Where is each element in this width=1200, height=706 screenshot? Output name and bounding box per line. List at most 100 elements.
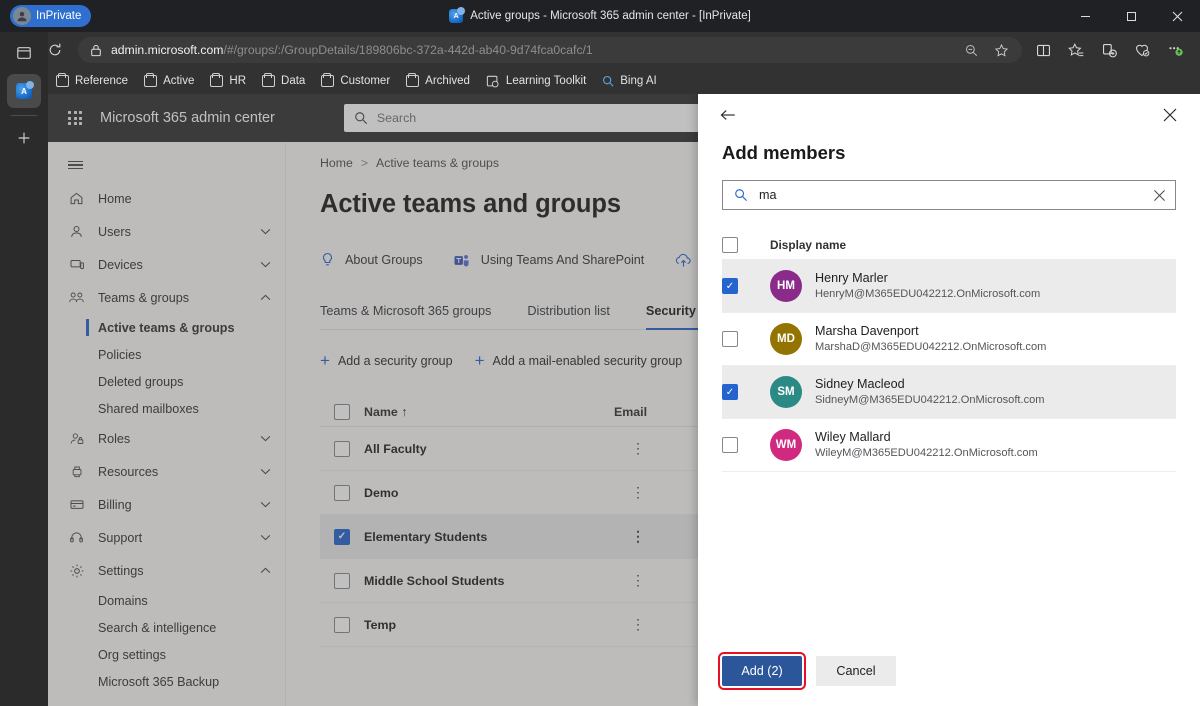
address-bar[interactable]: admin.microsoft.com/#/groups/:/GroupDeta… (78, 37, 1022, 63)
row-checkbox[interactable] (320, 440, 364, 457)
add-mail-enabled-security-group-button[interactable]: + Add a mail-enabled security group (475, 352, 683, 369)
member-search-box[interactable] (722, 180, 1176, 210)
add-security-group-button[interactable]: + Add a security group (320, 352, 453, 369)
sidebar-item-deleted-groups[interactable]: Deleted groups (48, 368, 285, 395)
bookmark-item[interactable]: Data (254, 72, 313, 90)
sidebar-item-billing[interactable]: Billing (48, 488, 285, 521)
sidebar-item-home[interactable]: Home (48, 182, 285, 215)
row-checkbox[interactable] (320, 572, 364, 589)
help-link-about-groups[interactable]: About Groups (320, 252, 423, 268)
member-checkbox[interactable] (722, 437, 770, 453)
sidebar-label: Resources (98, 464, 159, 479)
minimize-button[interactable] (1062, 0, 1108, 32)
favorite-star-icon[interactable] (988, 37, 1014, 63)
tab-distribution-list[interactable]: Distribution list (527, 304, 610, 318)
bookmark-item[interactable]: HR (202, 72, 254, 90)
tab-actions-icon[interactable] (8, 38, 40, 68)
browser-titlebar: InPrivate A Active groups - Microsoft 36… (0, 0, 1200, 32)
row-more-options-icon[interactable]: ⋮ (614, 484, 662, 501)
row-more-options-icon[interactable]: ⋮ (614, 572, 662, 589)
list-item[interactable]: ✓ HM Henry Marler HenryM@M365EDU042212.O… (722, 260, 1176, 313)
sidebar-item-m365-backup[interactable]: Microsoft 365 Backup (48, 668, 285, 695)
row-checkbox[interactable] (320, 484, 364, 501)
member-search-input[interactable] (759, 188, 1142, 202)
bookmark-item[interactable]: Reference (48, 72, 136, 90)
settings-more-icon[interactable] (1160, 36, 1190, 64)
row-more-options-icon[interactable]: ⋮ (614, 528, 662, 545)
bookmark-item[interactable]: Active (136, 72, 202, 90)
bookmark-item[interactable]: Archived (398, 72, 478, 90)
favorites-icon[interactable] (1061, 36, 1091, 64)
column-header-name[interactable]: Name ↑ (364, 405, 614, 419)
row-more-options-icon[interactable]: ⋮ (614, 616, 662, 633)
member-email: WileyM@M365EDU042212.OnMicrosoft.com (815, 447, 1038, 460)
zoom-out-icon[interactable] (958, 37, 984, 63)
chevron-down-icon (260, 467, 271, 477)
sidebar-item-devices[interactable]: Devices (48, 248, 285, 281)
tab-m365-admin[interactable]: A (7, 74, 41, 108)
close-window-button[interactable] (1154, 0, 1200, 32)
help-link-label: Using Teams And SharePoint (480, 253, 645, 267)
sidebar-item-policies[interactable]: Policies (48, 341, 285, 368)
cancel-button[interactable]: Cancel (816, 656, 896, 686)
inprivate-badge[interactable]: InPrivate (10, 5, 92, 27)
sidebar-item-domains[interactable]: Domains (48, 587, 285, 614)
lock-icon (90, 44, 102, 57)
m365-favicon-icon: A (449, 7, 466, 23)
close-icon[interactable] (1156, 101, 1184, 129)
app-launcher-button[interactable] (58, 110, 92, 126)
select-all-checkbox[interactable] (320, 403, 364, 420)
member-name: Wiley Mallard (815, 430, 891, 445)
bookmark-label: Learning Toolkit (505, 75, 587, 87)
lightbulb-icon (320, 252, 335, 268)
vertical-tabstrip: A (0, 32, 48, 706)
sidebar-item-search-intelligence[interactable]: Search & intelligence (48, 614, 285, 641)
maximize-button[interactable] (1108, 0, 1154, 32)
bookmark-item[interactable]: Customer (313, 72, 398, 90)
sidebar-item-shared-mailboxes[interactable]: Shared mailboxes (48, 395, 285, 422)
bookmark-label: Reference (75, 75, 129, 87)
member-checkbox[interactable]: ✓ (722, 384, 770, 400)
bookmark-item[interactable]: Bing AI (594, 72, 664, 90)
row-checkbox[interactable]: ✓ (320, 528, 364, 545)
global-search[interactable] (343, 104, 742, 132)
list-item[interactable]: WM Wiley Mallard WileyM@M365EDU042212.On… (722, 419, 1176, 472)
row-checkbox[interactable] (320, 616, 364, 633)
sidebar-item-users[interactable]: Users (48, 215, 285, 248)
list-item[interactable]: MD Marsha Davenport MarshaD@M365EDU04221… (722, 313, 1176, 366)
folder-icon (56, 72, 69, 87)
breadcrumb-home[interactable]: Home (320, 156, 353, 170)
back-arrow-icon[interactable] (714, 101, 742, 129)
select-all-members-checkbox[interactable] (722, 236, 770, 253)
member-name: Marsha Davenport (815, 324, 919, 339)
search-input[interactable] (376, 111, 732, 125)
split-screen-icon[interactable] (1028, 36, 1058, 64)
sidebar-item-org-settings[interactable]: Org settings (48, 641, 285, 668)
sidebar-item-settings[interactable]: Settings (48, 554, 285, 587)
member-checkbox[interactable]: ✓ (722, 278, 770, 294)
help-link-teams-sharepoint[interactable]: Using Teams And SharePoint (453, 253, 645, 268)
sidebar-item-support[interactable]: Support (48, 521, 285, 554)
browser-navbar: admin.microsoft.com/#/groups/:/GroupDeta… (0, 32, 1200, 68)
chevron-down-icon (260, 533, 271, 543)
sidebar-sub-label: Policies (98, 347, 142, 362)
member-checkbox[interactable] (722, 331, 770, 347)
billing-icon (68, 497, 85, 512)
list-item[interactable]: ✓ SM Sidney Macleod SidneyM@M365EDU04221… (722, 366, 1176, 419)
collections-icon[interactable] (1094, 36, 1124, 64)
row-more-options-icon[interactable]: ⋮ (614, 440, 662, 457)
resources-icon (68, 464, 85, 479)
people-icon (68, 290, 85, 305)
sidebar-item-active-teams-groups[interactable]: Active teams & groups (48, 314, 285, 341)
nav-collapse-button[interactable] (48, 148, 285, 182)
breadcrumb-current[interactable]: Active teams & groups (376, 156, 499, 170)
browser-essentials-icon[interactable] (1127, 36, 1157, 64)
add-button[interactable]: Add (2) (718, 652, 806, 690)
sidebar-item-roles[interactable]: Roles (48, 422, 285, 455)
sidebar-item-resources[interactable]: Resources (48, 455, 285, 488)
tab-teams-m365-groups[interactable]: Teams & Microsoft 365 groups (320, 304, 491, 318)
clear-icon[interactable] (1153, 189, 1166, 202)
sidebar-item-teams-groups[interactable]: Teams & groups (48, 281, 285, 314)
bookmark-item[interactable]: Learning Toolkit (478, 72, 594, 91)
new-tab-button[interactable] (8, 123, 40, 153)
